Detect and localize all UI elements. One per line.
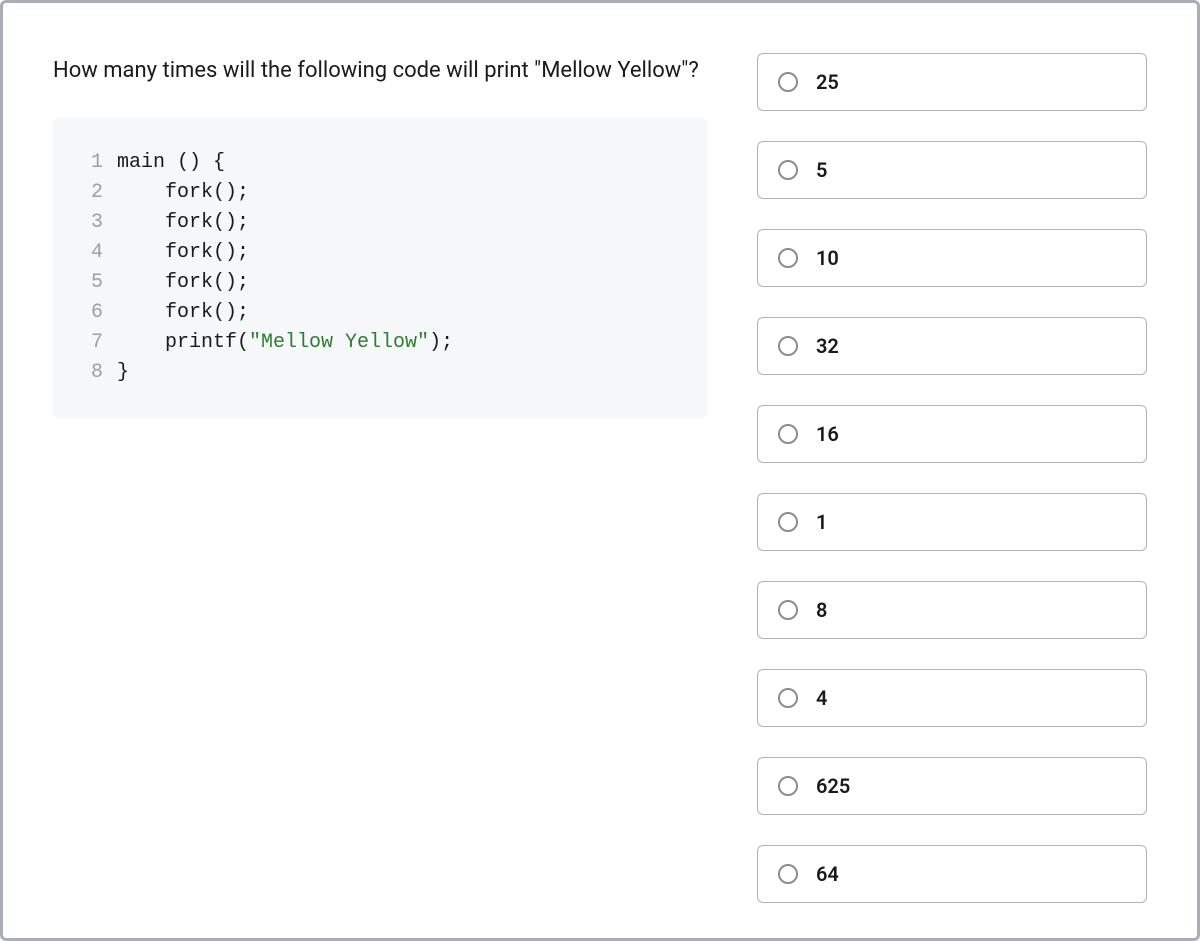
answer-label: 64 — [816, 862, 839, 886]
answer-label: 10 — [816, 246, 839, 270]
line-number: 2 — [73, 178, 117, 208]
answer-label: 8 — [816, 598, 827, 622]
code-content: fork(); — [117, 238, 687, 268]
answer-option[interactable]: 625 — [757, 757, 1147, 815]
line-number: 1 — [73, 148, 117, 178]
answer-label: 1 — [816, 510, 827, 534]
answer-label: 16 — [816, 422, 839, 446]
code-text: fork(); — [165, 301, 249, 324]
line-number: 7 — [73, 328, 117, 358]
code-block: 1main () {2 fork();3 fork();4 fork();5 f… — [53, 118, 707, 418]
code-indent — [117, 211, 165, 234]
code-line: 3 fork(); — [73, 208, 687, 238]
radio-icon — [778, 512, 798, 532]
radio-icon — [778, 776, 798, 796]
code-content: } — [117, 358, 687, 388]
question-text: How many times will the following code w… — [53, 53, 707, 88]
code-text: main () { — [117, 151, 225, 174]
code-indent — [117, 271, 165, 294]
code-text: } — [117, 361, 129, 384]
code-line: 6 fork(); — [73, 298, 687, 328]
code-text: ); — [429, 331, 453, 354]
code-content: main () { — [117, 148, 687, 178]
code-content: fork(); — [117, 208, 687, 238]
answer-option[interactable]: 5 — [757, 141, 1147, 199]
answer-option[interactable]: 10 — [757, 229, 1147, 287]
answer-option[interactable]: 32 — [757, 317, 1147, 375]
line-number: 8 — [73, 358, 117, 388]
code-content: fork(); — [117, 268, 687, 298]
answer-label: 25 — [816, 70, 839, 94]
answer-option[interactable]: 25 — [757, 53, 1147, 111]
answer-label: 4 — [816, 686, 827, 710]
code-content: printf("Mellow Yellow"); — [117, 328, 687, 358]
code-indent — [117, 331, 165, 354]
code-text: printf( — [165, 331, 249, 354]
code-content: fork(); — [117, 178, 687, 208]
radio-icon — [778, 424, 798, 444]
quiz-container: How many times will the following code w… — [0, 0, 1200, 941]
answer-option[interactable]: 4 — [757, 669, 1147, 727]
code-indent — [117, 181, 165, 204]
answer-option[interactable]: 16 — [757, 405, 1147, 463]
code-line: 8} — [73, 358, 687, 388]
code-text: fork(); — [165, 211, 249, 234]
answer-label: 625 — [816, 774, 850, 798]
line-number: 5 — [73, 268, 117, 298]
code-string-literal: "Mellow Yellow" — [249, 331, 429, 354]
radio-icon — [778, 600, 798, 620]
answer-option[interactable]: 64 — [757, 845, 1147, 903]
answer-option[interactable]: 1 — [757, 493, 1147, 551]
code-line: 7 printf("Mellow Yellow"); — [73, 328, 687, 358]
code-line: 5 fork(); — [73, 268, 687, 298]
radio-icon — [778, 248, 798, 268]
radio-icon — [778, 160, 798, 180]
line-number: 6 — [73, 298, 117, 328]
code-line: 1main () { — [73, 148, 687, 178]
code-line: 4 fork(); — [73, 238, 687, 268]
code-text: fork(); — [165, 181, 249, 204]
line-number: 4 — [73, 238, 117, 268]
radio-icon — [778, 72, 798, 92]
code-line: 2 fork(); — [73, 178, 687, 208]
code-content: fork(); — [117, 298, 687, 328]
question-column: How many times will the following code w… — [53, 53, 707, 888]
line-number: 3 — [73, 208, 117, 238]
answer-label: 32 — [816, 334, 839, 358]
code-text: fork(); — [165, 241, 249, 264]
code-text: fork(); — [165, 271, 249, 294]
answer-option[interactable]: 8 — [757, 581, 1147, 639]
answers-column: 25 5 10 32 16 1 8 4 625 64 — [757, 53, 1147, 888]
radio-icon — [778, 688, 798, 708]
radio-icon — [778, 336, 798, 356]
code-indent — [117, 241, 165, 264]
answer-label: 5 — [816, 158, 827, 182]
code-indent — [117, 301, 165, 324]
radio-icon — [778, 864, 798, 884]
